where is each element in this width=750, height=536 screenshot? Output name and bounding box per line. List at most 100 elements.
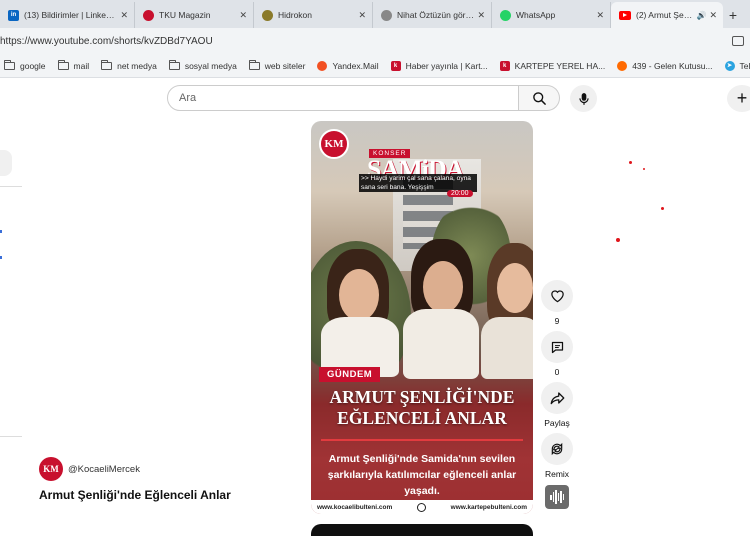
- folder-icon: [168, 59, 180, 70]
- bookmark-sosyal-medya[interactable]: sosyal medya: [168, 59, 237, 71]
- sound-thumbnail[interactable]: [545, 485, 569, 509]
- share-label: Paylaş: [544, 418, 570, 428]
- tab-title: Hidrokon: [278, 10, 313, 20]
- search-button[interactable]: [519, 85, 560, 111]
- tab-title: (13) Bildirimler | LinkedIn: [24, 10, 118, 20]
- bookmark-net-medya[interactable]: net medya: [101, 59, 157, 71]
- voice-search-button[interactable]: [570, 85, 597, 112]
- tab-title: Nihat Öztüzün görüşü: [397, 10, 475, 20]
- tab-linkedin[interactable]: in (13) Bildirimler | LinkedIn ✕: [0, 2, 135, 28]
- folder-icon: [248, 59, 260, 70]
- bookmark-mail[interactable]: mail: [57, 59, 89, 71]
- like-button[interactable]: [541, 280, 573, 312]
- tab-nihat[interactable]: Nihat Öztüzün görüşü ✕: [373, 2, 492, 28]
- video-description: Armut Şenliği'nde Samida'nın sevilen şar…: [327, 453, 517, 497]
- search-placeholder: Ara: [179, 92, 197, 104]
- url-text[interactable]: https://www.youtube.com/shorts/kvZDBd7YA…: [0, 36, 732, 47]
- share-icon: [550, 392, 564, 405]
- sidebar-divider: [0, 436, 22, 437]
- plus-icon: +: [736, 88, 748, 108]
- kartepe-icon: k: [499, 60, 510, 71]
- video-person-face: [497, 263, 533, 313]
- decorative-dot: [643, 168, 645, 170]
- shorts-video-player[interactable]: KM KONSER SAMiDA >> Haydi yarim çal sana…: [311, 121, 533, 514]
- microphone-icon: [578, 92, 589, 105]
- search-icon: [532, 91, 546, 105]
- bookmark-web-siteler[interactable]: web siteler: [248, 59, 305, 71]
- close-icon[interactable]: ✕: [358, 10, 366, 21]
- hidrokon-icon: [262, 9, 273, 21]
- share-button[interactable]: [541, 382, 573, 414]
- close-icon[interactable]: ✕: [596, 10, 604, 21]
- tab-whatsapp[interactable]: WhatsApp ✕: [492, 2, 611, 28]
- bookmarks-bar: google mail net medya sosyal medya web s…: [0, 54, 750, 78]
- video-person-face: [339, 269, 379, 321]
- tab-youtube-active[interactable]: (2) Armut Şenliği 🔊 ✕: [611, 2, 723, 28]
- youtube-icon: [619, 10, 631, 20]
- globe-icon: [381, 9, 392, 21]
- linkedin-icon: in: [8, 9, 19, 21]
- channel-avatar[interactable]: KM: [39, 457, 63, 481]
- telegram-icon: ➤: [724, 60, 735, 71]
- address-bar[interactable]: https://www.youtube.com/shorts/kvZDBd7YA…: [0, 28, 750, 54]
- waveform-bar: [555, 490, 557, 504]
- video-title: Armut Şenliği'nde Eğlenceli Anlar: [39, 488, 231, 502]
- waveform-bar: [560, 491, 562, 503]
- waveform-bar: [562, 494, 564, 500]
- remix-button[interactable]: [541, 433, 573, 465]
- comment-icon: [551, 341, 563, 353]
- tab-title: WhatsApp: [516, 10, 556, 20]
- concert-time: 20:00: [447, 190, 473, 197]
- globe-icon: [416, 502, 426, 512]
- bookmark-google[interactable]: google: [4, 59, 46, 71]
- bookmark-kartepe-yerel[interactable]: k KARTEPE YEREL HA...: [499, 60, 605, 71]
- remix-label: Remix: [544, 469, 570, 479]
- close-icon[interactable]: ✕: [477, 10, 485, 21]
- next-short-preview[interactable]: [311, 524, 533, 536]
- close-icon[interactable]: ✕: [709, 10, 717, 21]
- footer-site-left: www.kocaelibulteni.com: [317, 503, 393, 511]
- folder-icon: [57, 59, 69, 70]
- search-input[interactable]: Ara: [167, 85, 519, 111]
- like-count: 9: [554, 316, 560, 326]
- tab-hidrokon[interactable]: Hidrokon ✕: [254, 2, 373, 28]
- new-tab-button[interactable]: +: [723, 2, 743, 28]
- heart-icon: [550, 290, 564, 303]
- comment-button[interactable]: [541, 331, 573, 363]
- mail-icon: [617, 60, 628, 71]
- bookmark-gelen-kutusu[interactable]: 439 - Gelen Kutusu...: [617, 60, 713, 71]
- decorative-dot: [616, 238, 620, 242]
- install-app-icon[interactable]: [732, 36, 744, 46]
- video-footer: www.kocaelibulteni.com www.kartepebulten…: [311, 500, 533, 514]
- whatsapp-icon: [500, 9, 511, 21]
- folder-icon: [4, 59, 15, 70]
- sidebar-item-active[interactable]: [0, 150, 12, 176]
- yandex-icon: [317, 60, 328, 71]
- bookmark-yandex-mail[interactable]: Yandex.Mail: [317, 60, 379, 71]
- tab-tku[interactable]: TKU Magazin ✕: [135, 2, 254, 28]
- waveform-bar: [552, 492, 554, 502]
- tab-strip: in (13) Bildirimler | LinkedIn ✕ TKU Mag…: [0, 0, 750, 28]
- decorative-dot: [661, 207, 664, 210]
- decorative-dot: [629, 161, 632, 164]
- browser-window: in (13) Bildirimler | LinkedIn ✕ TKU Mag…: [0, 0, 750, 536]
- video-person-body: [403, 309, 479, 379]
- video-person-body: [481, 317, 533, 379]
- headline-divider: [321, 439, 523, 441]
- speaker-icon[interactable]: 🔊: [696, 11, 706, 20]
- bookmark-haber-yayinla[interactable]: k Haber yayınla | Kart...: [390, 60, 488, 71]
- close-icon[interactable]: ✕: [120, 10, 128, 21]
- remix-icon: [551, 442, 563, 456]
- video-headline: ARMUT ŞENLİĞİ'NDE EĞLENCELİ ANLAR: [329, 387, 515, 428]
- gundem-badge: GÜNDEM: [319, 367, 381, 382]
- sidebar-marker: [0, 256, 2, 259]
- sidebar-divider: [0, 186, 22, 187]
- bookmark-telegram[interactable]: ➤Telegram Web: [724, 60, 750, 71]
- waveform-bar: [550, 494, 552, 500]
- waveform-bar: [557, 493, 559, 501]
- create-button[interactable]: +: [727, 85, 750, 112]
- channel-handle[interactable]: @KocaeliMercek: [68, 464, 140, 475]
- sidebar-marker: [0, 230, 2, 233]
- footer-site-right: www.kartepebulteni.com: [450, 503, 527, 511]
- close-icon[interactable]: ✕: [239, 10, 247, 21]
